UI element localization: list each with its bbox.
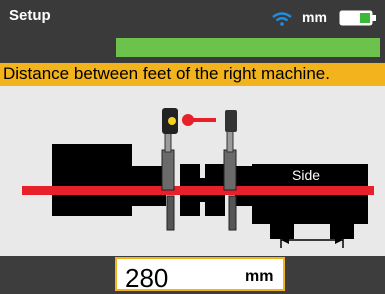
laser-aperture-icon <box>168 117 176 125</box>
progress-bar <box>116 38 380 57</box>
instruction-text: Distance between feet of the right machi… <box>3 64 330 83</box>
left-bracket-post <box>161 149 175 191</box>
distance-unit: mm <box>245 268 274 285</box>
machine-diagram-svg: Side <box>22 108 374 248</box>
right-machine-front-foot <box>270 224 294 239</box>
left-chain <box>166 195 175 231</box>
right-bracket-post <box>223 149 237 191</box>
status-bar: Setup mm <box>0 0 385 62</box>
page-title: Setup <box>9 7 51 24</box>
right-machine-rear-foot <box>330 224 354 239</box>
unit-indicator: mm <box>302 9 327 25</box>
distance-input[interactable]: 280 mm <box>115 257 285 293</box>
side-label: Side <box>292 167 320 183</box>
distance-value: 280 <box>125 263 169 293</box>
left-machine <box>52 144 132 216</box>
receiver-sensor <box>225 110 237 132</box>
battery-icon <box>339 10 376 26</box>
instruction-banner: Distance between feet of the right machi… <box>0 63 385 86</box>
right-chain <box>228 195 237 231</box>
machine-diagram: Side <box>0 86 385 256</box>
progress-fill <box>116 38 380 57</box>
wifi-icon <box>272 12 292 26</box>
laser-beam <box>190 118 216 122</box>
shaft-centerline <box>22 186 374 195</box>
